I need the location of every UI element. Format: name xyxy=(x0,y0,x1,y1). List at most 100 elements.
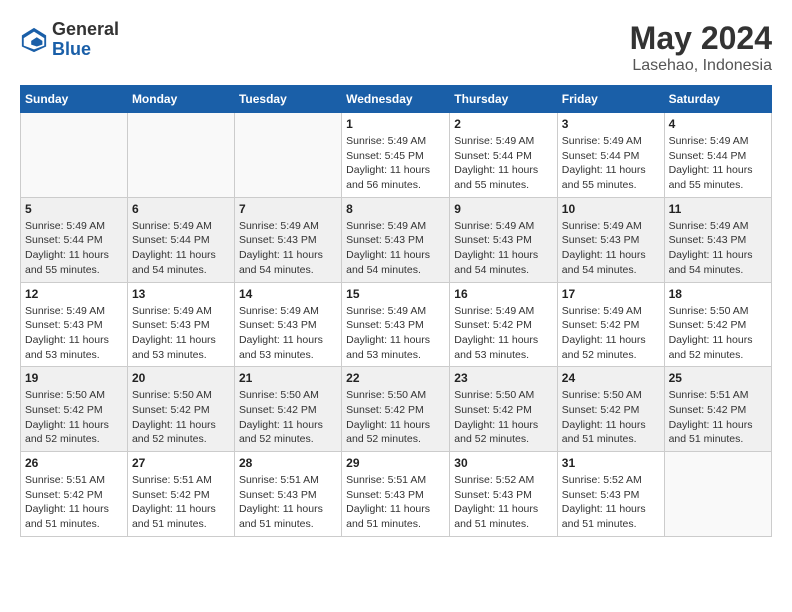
day-number: 1 xyxy=(346,117,445,131)
day-number: 13 xyxy=(132,287,230,301)
calendar-cell xyxy=(664,452,771,537)
calendar-cell: 7 Sunrise: 5:49 AM Sunset: 5:43 PM Daylig… xyxy=(234,197,341,282)
day-number: 4 xyxy=(669,117,767,131)
day-number: 10 xyxy=(562,202,660,216)
day-info: Sunrise: 5:52 AM Sunset: 5:43 PM Dayligh… xyxy=(562,473,660,532)
day-number: 16 xyxy=(454,287,553,301)
calendar-cell: 1 Sunrise: 5:49 AM Sunset: 5:45 PM Daylig… xyxy=(342,113,450,198)
day-info: Sunrise: 5:50 AM Sunset: 5:42 PM Dayligh… xyxy=(132,388,230,447)
calendar-row: 5 Sunrise: 5:49 AM Sunset: 5:44 PM Daylig… xyxy=(21,197,772,282)
calendar-row: 1 Sunrise: 5:49 AM Sunset: 5:45 PM Daylig… xyxy=(21,113,772,198)
logo-text: General Blue xyxy=(52,20,119,60)
calendar-cell: 22Sunrise: 5:50 AM Sunset: 5:42 PM Dayli… xyxy=(342,367,450,452)
calendar-header: SundayMondayTuesdayWednesdayThursdayFrid… xyxy=(21,86,772,113)
day-number: 21 xyxy=(239,371,337,385)
logo-icon xyxy=(20,26,48,54)
day-info: Sunrise: 5:50 AM Sunset: 5:42 PM Dayligh… xyxy=(454,388,553,447)
calendar-cell: 2 Sunrise: 5:49 AM Sunset: 5:44 PM Daylig… xyxy=(450,113,558,198)
calendar-cell: 27Sunrise: 5:51 AM Sunset: 5:42 PM Dayli… xyxy=(127,452,234,537)
weekday-header: Monday xyxy=(127,86,234,113)
calendar-cell: 24Sunrise: 5:50 AM Sunset: 5:42 PM Dayli… xyxy=(557,367,664,452)
calendar-cell xyxy=(234,113,341,198)
day-info: Sunrise: 5:52 AM Sunset: 5:43 PM Dayligh… xyxy=(454,473,553,532)
calendar-title: May 2024 xyxy=(630,20,772,57)
day-number: 22 xyxy=(346,371,445,385)
calendar-row: 26 Sunrise: 5:51 AM Sunset: 5:42 PM Dayli… xyxy=(21,452,772,537)
day-info: Sunrise: 5:51 AM Sunset: 5:42 PM Dayligh… xyxy=(669,388,767,447)
weekday-header: Tuesday xyxy=(234,86,341,113)
page-header: General Blue May 2024 Lasehao, Indonesia xyxy=(20,20,772,75)
day-info: Sunrise: 5:50 AM Sunset: 5:42 PM Dayligh… xyxy=(669,304,767,363)
day-info: Sunrise: 5:49 AM Sunset: 5:44 PM Dayligh… xyxy=(454,134,553,193)
calendar-row: 12 Sunrise: 5:49 AM Sunset: 5:43 PM Dayli… xyxy=(21,282,772,367)
weekday-header: Friday xyxy=(557,86,664,113)
day-info: Sunrise: 5:49 AM Sunset: 5:44 PM Dayligh… xyxy=(25,219,123,278)
calendar-cell: 3 Sunrise: 5:49 AM Sunset: 5:44 PM Daylig… xyxy=(557,113,664,198)
day-number: 6 xyxy=(132,202,230,216)
calendar-cell: 29Sunrise: 5:51 AM Sunset: 5:43 PM Dayli… xyxy=(342,452,450,537)
calendar-cell: 23 Sunrise: 5:50 AM Sunset: 5:42 PM Dayli… xyxy=(450,367,558,452)
day-number: 17 xyxy=(562,287,660,301)
day-info: Sunrise: 5:49 AM Sunset: 5:43 PM Dayligh… xyxy=(25,304,123,363)
day-info: Sunrise: 5:50 AM Sunset: 5:42 PM Dayligh… xyxy=(239,388,337,447)
day-info: Sunrise: 5:50 AM Sunset: 5:42 PM Dayligh… xyxy=(25,388,123,447)
calendar-cell xyxy=(127,113,234,198)
calendar-cell: 16 Sunrise: 5:49 AM Sunset: 5:42 PM Dayli… xyxy=(450,282,558,367)
calendar-cell: 17 Sunrise: 5:49 AM Sunset: 5:42 PM Dayli… xyxy=(557,282,664,367)
day-info: Sunrise: 5:49 AM Sunset: 5:44 PM Dayligh… xyxy=(562,134,660,193)
calendar-cell: 5 Sunrise: 5:49 AM Sunset: 5:44 PM Daylig… xyxy=(21,197,128,282)
weekday-header: Wednesday xyxy=(342,86,450,113)
day-number: 30 xyxy=(454,456,553,470)
calendar-cell: 6 Sunrise: 5:49 AM Sunset: 5:44 PM Daylig… xyxy=(127,197,234,282)
calendar-cell: 8Sunrise: 5:49 AM Sunset: 5:43 PM Daylig… xyxy=(342,197,450,282)
calendar-cell: 25 Sunrise: 5:51 AM Sunset: 5:42 PM Dayli… xyxy=(664,367,771,452)
calendar-cell: 13 Sunrise: 5:49 AM Sunset: 5:43 PM Dayli… xyxy=(127,282,234,367)
day-number: 25 xyxy=(669,371,767,385)
weekday-header: Sunday xyxy=(21,86,128,113)
calendar-cell: 14 Sunrise: 5:49 AM Sunset: 5:43 PM Dayli… xyxy=(234,282,341,367)
calendar-cell: 31 Sunrise: 5:52 AM Sunset: 5:43 PM Dayli… xyxy=(557,452,664,537)
day-number: 15 xyxy=(346,287,445,301)
day-number: 29 xyxy=(346,456,445,470)
calendar-cell: 19Sunrise: 5:50 AM Sunset: 5:42 PM Dayli… xyxy=(21,367,128,452)
day-number: 7 xyxy=(239,202,337,216)
day-number: 31 xyxy=(562,456,660,470)
day-info: Sunrise: 5:49 AM Sunset: 5:43 PM Dayligh… xyxy=(239,219,337,278)
day-info: Sunrise: 5:51 AM Sunset: 5:43 PM Dayligh… xyxy=(239,473,337,532)
day-info: Sunrise: 5:49 AM Sunset: 5:45 PM Dayligh… xyxy=(346,134,445,193)
calendar-cell: 12 Sunrise: 5:49 AM Sunset: 5:43 PM Dayli… xyxy=(21,282,128,367)
day-info: Sunrise: 5:49 AM Sunset: 5:42 PM Dayligh… xyxy=(562,304,660,363)
day-number: 27 xyxy=(132,456,230,470)
day-info: Sunrise: 5:49 AM Sunset: 5:43 PM Dayligh… xyxy=(346,304,445,363)
calendar-cell: 20 Sunrise: 5:50 AM Sunset: 5:42 PM Dayli… xyxy=(127,367,234,452)
day-info: Sunrise: 5:49 AM Sunset: 5:43 PM Dayligh… xyxy=(239,304,337,363)
day-number: 23 xyxy=(454,371,553,385)
day-info: Sunrise: 5:51 AM Sunset: 5:42 PM Dayligh… xyxy=(25,473,123,532)
day-number: 3 xyxy=(562,117,660,131)
calendar-cell: 11Sunrise: 5:49 AM Sunset: 5:43 PM Dayli… xyxy=(664,197,771,282)
logo: General Blue xyxy=(20,20,119,60)
day-number: 5 xyxy=(25,202,123,216)
day-number: 28 xyxy=(239,456,337,470)
day-info: Sunrise: 5:49 AM Sunset: 5:43 PM Dayligh… xyxy=(669,219,767,278)
day-number: 18 xyxy=(669,287,767,301)
day-info: Sunrise: 5:49 AM Sunset: 5:42 PM Dayligh… xyxy=(454,304,553,363)
day-info: Sunrise: 5:49 AM Sunset: 5:43 PM Dayligh… xyxy=(454,219,553,278)
day-info: Sunrise: 5:49 AM Sunset: 5:44 PM Dayligh… xyxy=(132,219,230,278)
day-number: 14 xyxy=(239,287,337,301)
day-number: 26 xyxy=(25,456,123,470)
weekday-header: Thursday xyxy=(450,86,558,113)
day-info: Sunrise: 5:49 AM Sunset: 5:43 PM Dayligh… xyxy=(346,219,445,278)
weekday-header: Saturday xyxy=(664,86,771,113)
calendar-cell xyxy=(21,113,128,198)
day-info: Sunrise: 5:49 AM Sunset: 5:44 PM Dayligh… xyxy=(669,134,767,193)
title-block: May 2024 Lasehao, Indonesia xyxy=(630,20,772,75)
calendar-cell: 18 Sunrise: 5:50 AM Sunset: 5:42 PM Dayli… xyxy=(664,282,771,367)
day-number: 20 xyxy=(132,371,230,385)
day-number: 9 xyxy=(454,202,553,216)
day-number: 12 xyxy=(25,287,123,301)
calendar-cell: 30 Sunrise: 5:52 AM Sunset: 5:43 PM Dayli… xyxy=(450,452,558,537)
calendar-cell: 9 Sunrise: 5:49 AM Sunset: 5:43 PM Daylig… xyxy=(450,197,558,282)
day-number: 2 xyxy=(454,117,553,131)
day-info: Sunrise: 5:49 AM Sunset: 5:43 PM Dayligh… xyxy=(132,304,230,363)
